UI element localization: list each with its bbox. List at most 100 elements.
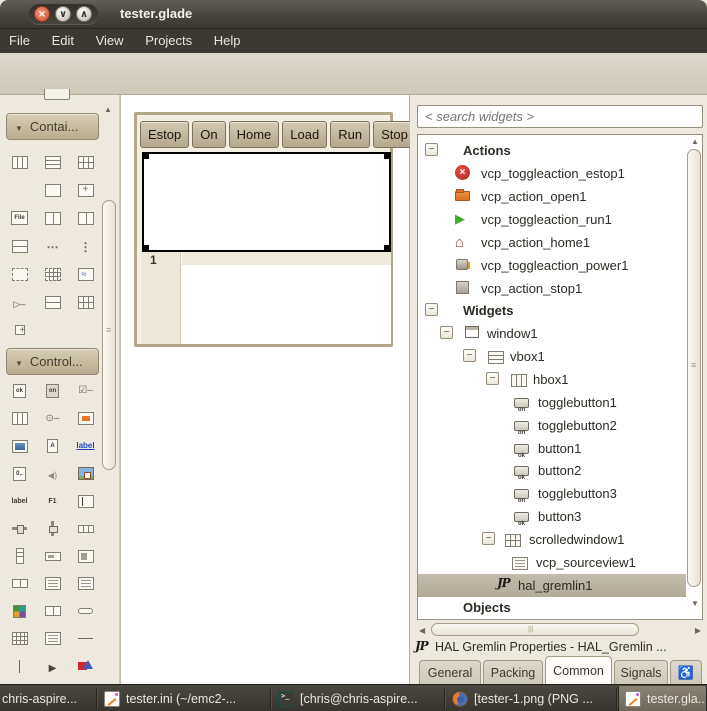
palette-button[interactable]: ok [3,377,36,405]
palette-clipped-toplevel-icon[interactable] [44,89,70,100]
tree-header-objects[interactable]: Objects [418,596,686,619]
palette-textentry[interactable] [69,487,102,515]
tree-item-togglebutton3[interactable]: on togglebutton3 [418,482,686,505]
palette-section-containers[interactable]: Contai... [6,113,99,140]
menu-file[interactable]: File [0,29,39,53]
palette-statusbar[interactable]: 0.. [3,460,36,488]
palette-toolbar[interactable] [69,288,102,316]
minimize-button[interactable]: ∨ [55,6,71,22]
palette-notebook[interactable] [3,176,36,204]
palette-scrollbar-thumb[interactable] [102,200,116,470]
taskbar-item-tester-ini[interactable]: tester.ini (~/emc2-... [98,686,270,711]
collapse-minus-icon[interactable] [425,303,438,316]
tab-packing[interactable]: Packing [483,660,543,684]
designed-togglebutton-on[interactable]: On [192,121,225,148]
tab-accessibility[interactable] [670,660,702,684]
palette-volumebutton[interactable] [36,460,69,488]
palette-accellabel[interactable]: F1 [36,487,69,515]
tab-common-active[interactable]: Common [545,656,612,684]
close-button[interactable]: × [34,6,50,22]
selection-handle[interactable] [142,245,149,252]
palette-progressbar[interactable] [36,542,69,570]
palette-linkbutton[interactable]: label [69,432,102,460]
collapse-minus-icon[interactable] [463,349,476,362]
tab-signals[interactable]: Signals [614,660,668,684]
palette-hscale[interactable] [3,515,36,543]
palette-hseparator-pill[interactable] [69,597,102,625]
palette-section-control[interactable]: Control... [6,348,99,375]
palette-vbuttonbox[interactable] [69,232,102,260]
palette-hseparator[interactable] [69,625,102,653]
palette-hpaned[interactable] [69,204,102,232]
palette-viewport[interactable] [3,260,36,288]
taskbar-item-tester-glade-active[interactable]: tester.gla... [618,686,707,711]
palette-arrow[interactable] [36,652,69,680]
tree-item-button2[interactable]: ok button2 [418,459,686,482]
tree-header-actions[interactable]: Actions [418,139,686,162]
palette-textview-justified[interactable] [69,570,102,598]
selection-handle[interactable] [384,152,391,159]
palette-vbox[interactable] [36,148,69,176]
tree-item-button3[interactable]: ok button3 [418,505,686,528]
designed-window1[interactable]: Estop On Home Load Run Stop 1 [134,112,393,347]
scroll-right-icon[interactable]: ▶ [695,626,701,635]
tree-item-window1[interactable]: window1 [418,322,686,345]
collapse-minus-icon[interactable] [482,532,495,545]
palette-table[interactable] [69,148,102,176]
tree-item-togglebutton1[interactable]: on togglebutton1 [418,391,686,414]
horizontal-scrollbar-thumb[interactable] [431,623,639,636]
collapse-minus-icon[interactable] [440,326,453,339]
palette-fontbutton[interactable]: A [36,432,69,460]
palette-filechooserwidget[interactable]: File [3,204,36,232]
palette-image[interactable] [69,460,102,488]
palette-frame[interactable] [36,176,69,204]
designed-hal-gremlin1-selected[interactable] [142,152,391,252]
palette-treeview[interactable] [36,625,69,653]
palette-hbox[interactable] [3,148,36,176]
palette-expander[interactable] [3,288,36,316]
palette-radiobutton[interactable]: ⊙– [36,405,69,433]
menu-edit[interactable]: Edit [43,29,83,53]
palette-fixed[interactable] [69,176,102,204]
titlebar[interactable]: × ∨ ∧ tester.glade [0,0,707,29]
tree-item-button1[interactable]: ok button1 [418,437,686,460]
palette-combobox[interactable] [3,570,36,598]
palette-calendar[interactable] [3,625,36,653]
widget-tree[interactable]: Actions vcp_toggleaction_estop1 vcp_acti… [417,134,703,620]
selection-handle[interactable] [142,152,149,159]
collapse-minus-icon[interactable] [425,143,438,156]
palette-entry[interactable] [3,432,36,460]
palette-buttonbox[interactable] [36,204,69,232]
menu-projects[interactable]: Projects [136,29,201,53]
tree-item-vcp-toggleaction-power1[interactable]: vcp_toggleaction_power1 [418,254,686,277]
palette-vpaned[interactable] [3,232,36,260]
maximize-button[interactable]: ∧ [76,6,92,22]
palette-vscrollbar[interactable] [3,542,36,570]
palette-vseparator[interactable] [3,652,36,680]
tree-item-vcp-sourceview1[interactable]: vcp_sourceview1 [418,551,686,574]
tree-item-vbox1[interactable]: vbox1 [418,345,686,368]
designed-togglebutton-estop[interactable]: Estop [140,121,189,148]
menu-help[interactable]: Help [205,29,250,53]
palette-scroll-up-icon[interactable]: ▲ [104,105,112,114]
palette-layout[interactable] [36,288,69,316]
palette-iconview-color[interactable] [3,597,36,625]
palette-vscale[interactable] [36,515,69,543]
tree-item-vcp-action-open1[interactable]: vcp_action_open1 [418,185,686,208]
tree-item-vcp-action-stop1[interactable]: vcp_action_stop1 [418,277,686,300]
tree-horizontal-scrollbar[interactable]: ◀ ▶ [417,623,703,637]
palette-colorbutton[interactable] [69,542,102,570]
tree-scrollbar-thumb[interactable] [687,149,701,587]
tree-item-vcp-action-home1[interactable]: vcp_action_home1 [418,231,686,254]
palette-hscrollbar[interactable] [69,515,102,543]
palette-iconview[interactable] [36,260,69,288]
scroll-left-icon[interactable]: ◀ [419,626,425,635]
taskbar-item-terminal[interactable]: [chris@chris-aspire... [272,686,444,711]
palette-filechooserbutton[interactable] [69,405,102,433]
tree-item-togglebutton2[interactable]: on togglebutton2 [418,414,686,437]
designed-button-load[interactable]: Load [282,121,327,148]
designed-vcp-sourceview1[interactable]: 1 [142,252,391,344]
tree-header-widgets[interactable]: Widgets [418,299,686,322]
palette-textview[interactable] [36,570,69,598]
search-widgets-input[interactable] [417,105,703,128]
